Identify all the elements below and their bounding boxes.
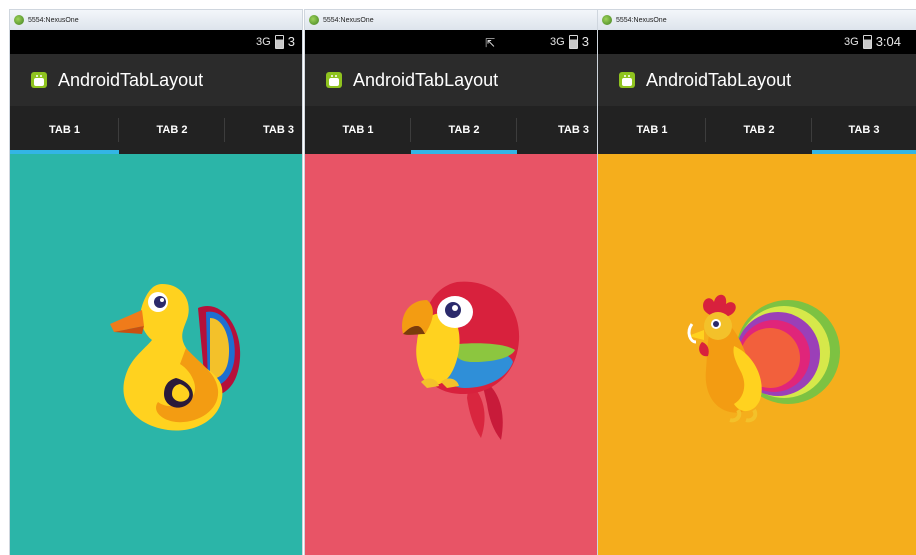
tab-content <box>305 154 597 555</box>
tab-label: TAB 1 <box>49 124 80 136</box>
battery-icon <box>568 34 578 49</box>
status-icons: 3G 3:04 <box>844 34 901 49</box>
status-bar: 3G 3:04 <box>598 30 916 54</box>
tab-label: TAB 2 <box>743 124 775 136</box>
action-bar: AndroidTabLayout <box>598 54 916 106</box>
tab-bar: TAB 1 TAB 2 TAB 3 <box>10 106 302 154</box>
app-title: AndroidTabLayout <box>58 69 204 90</box>
window-title: 5554:NexusOne <box>323 16 374 24</box>
tab-content <box>10 154 302 555</box>
app-title: AndroidTabLayout <box>646 69 792 90</box>
emulator-window-1: 5554:NexusOne 3G 3 AndroidTabLayout TAB … <box>10 10 302 555</box>
status-time: 3 <box>287 34 295 49</box>
tab-content <box>598 154 916 555</box>
android-app-icon <box>326 72 342 88</box>
status-icons: 3G 3 <box>256 34 295 49</box>
window-titlebar: 5554:NexusOne <box>305 10 597 30</box>
tab-2[interactable]: TAB 2 <box>411 106 517 154</box>
status-bar: ⇱ 3G 3 <box>305 30 597 54</box>
emulator-window-2: 5554:NexusOne ⇱ 3G 3 AndroidTabLayout TA… <box>305 10 597 555</box>
app-title: AndroidTabLayout <box>353 69 499 90</box>
tab-label: TAB 1 <box>342 124 374 136</box>
duck-illustration <box>110 284 241 431</box>
emulator-icon <box>602 15 612 25</box>
tab-label: TAB 1 <box>636 124 668 136</box>
tab-3[interactable]: TAB 3 <box>517 106 597 154</box>
emulator-icon <box>309 15 319 25</box>
action-bar: AndroidTabLayout <box>305 54 597 106</box>
tab-3[interactable]: TAB 3 <box>812 106 916 154</box>
window-titlebar: 5554:NexusOne <box>10 10 302 30</box>
tab-1[interactable]: TAB 1 <box>598 106 706 154</box>
android-app-icon <box>31 72 47 88</box>
window-title: 5554:NexusOne <box>28 16 79 24</box>
signal-icon: 3G <box>256 35 271 48</box>
emulator-icon <box>14 15 24 25</box>
tab-label: TAB 3 <box>848 124 880 136</box>
tab-label: TAB 2 <box>156 124 188 136</box>
tab-bar: TAB 1 TAB 2 TAB 3 <box>305 106 597 154</box>
tab-label: TAB 3 <box>263 124 294 136</box>
status-time: 3:04 <box>875 34 901 49</box>
action-bar: AndroidTabLayout <box>10 54 302 106</box>
tab-label: TAB 3 <box>558 124 589 136</box>
tab-2[interactable]: TAB 2 <box>119 106 225 154</box>
emulator-window-3: 5554:NexusOne 3G 3:04 AndroidTabLayout T… <box>598 10 916 555</box>
signal-icon: 3G <box>844 35 859 48</box>
status-time: 3 <box>581 34 589 49</box>
tab-bar: TAB 1 TAB 2 TAB 3 <box>598 106 916 154</box>
tab-label: TAB 2 <box>448 124 480 136</box>
tab-1[interactable]: TAB 1 <box>10 106 119 154</box>
status-icons: 3G 3 <box>550 34 589 49</box>
window-title: 5554:NexusOne <box>616 16 667 24</box>
status-bar: 3G 3 <box>10 30 302 54</box>
tab-3[interactable]: TAB 3 <box>225 106 302 154</box>
tab-2[interactable]: TAB 2 <box>706 106 812 154</box>
battery-icon <box>274 34 284 49</box>
parrot-illustration <box>402 281 520 440</box>
window-titlebar: 5554:NexusOne <box>598 10 916 30</box>
mouse-cursor-icon: ⇱ <box>485 36 496 50</box>
tab-1[interactable]: TAB 1 <box>305 106 411 154</box>
battery-icon <box>862 34 872 49</box>
signal-icon: 3G <box>550 35 565 48</box>
rooster-illustration <box>687 294 840 423</box>
android-app-icon <box>619 72 635 88</box>
